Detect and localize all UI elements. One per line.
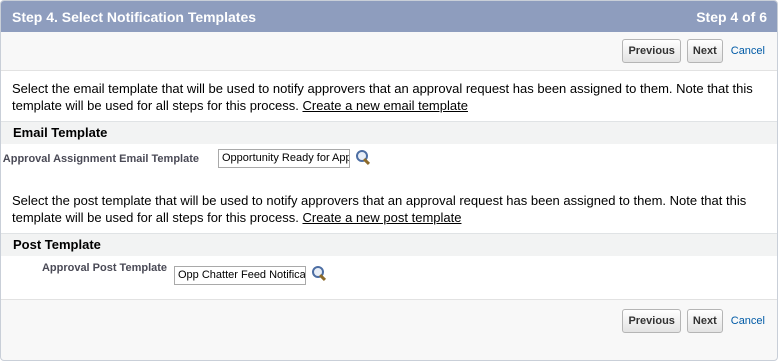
email-template-input[interactable]: Opportunity Ready for Approval [218,149,350,168]
bottom-button-bar: Previous Next Cancel [1,299,777,342]
post-template-description: Select the post template that will be us… [1,192,777,228]
form-body: Select the email template that will be u… [1,71,777,299]
post-template-label: Approval Post Template [41,262,168,274]
previous-button[interactable]: Previous [622,309,681,333]
create-email-template-link[interactable]: Create a new email template [302,98,467,113]
cancel-link[interactable]: Cancel [731,45,765,57]
page-header: Step 4. Select Notification Templates St… [1,1,777,32]
email-template-description: Select the email template that will be u… [1,71,777,116]
post-template-section-heading: Post Template [1,233,777,256]
cancel-link[interactable]: Cancel [731,315,765,327]
email-template-field-row: Approval Assignment Email Template Oppor… [1,144,777,192]
next-button[interactable]: Next [686,39,723,63]
next-button[interactable]: Next [686,309,723,333]
post-template-field-row: Approval Post Template Opp Chatter Feed … [1,256,777,299]
email-template-section-heading: Email Template [1,121,777,144]
email-template-label: Approval Assignment Email Template [2,153,199,165]
previous-button[interactable]: Previous [622,39,681,63]
step-indicator: Step 4 of 6 [696,8,767,25]
post-template-input[interactable]: Opp Chatter Feed Notification [174,266,306,285]
create-post-template-link[interactable]: Create a new post template [302,210,461,225]
page-title: Step 4. Select Notification Templates [12,8,257,25]
magnifier-lookup-icon[interactable] [311,265,327,282]
wizard-panel: Step 4. Select Notification Templates St… [0,0,778,361]
top-button-bar: Previous Next Cancel [1,32,777,71]
magnifier-lookup-icon[interactable] [355,149,371,166]
